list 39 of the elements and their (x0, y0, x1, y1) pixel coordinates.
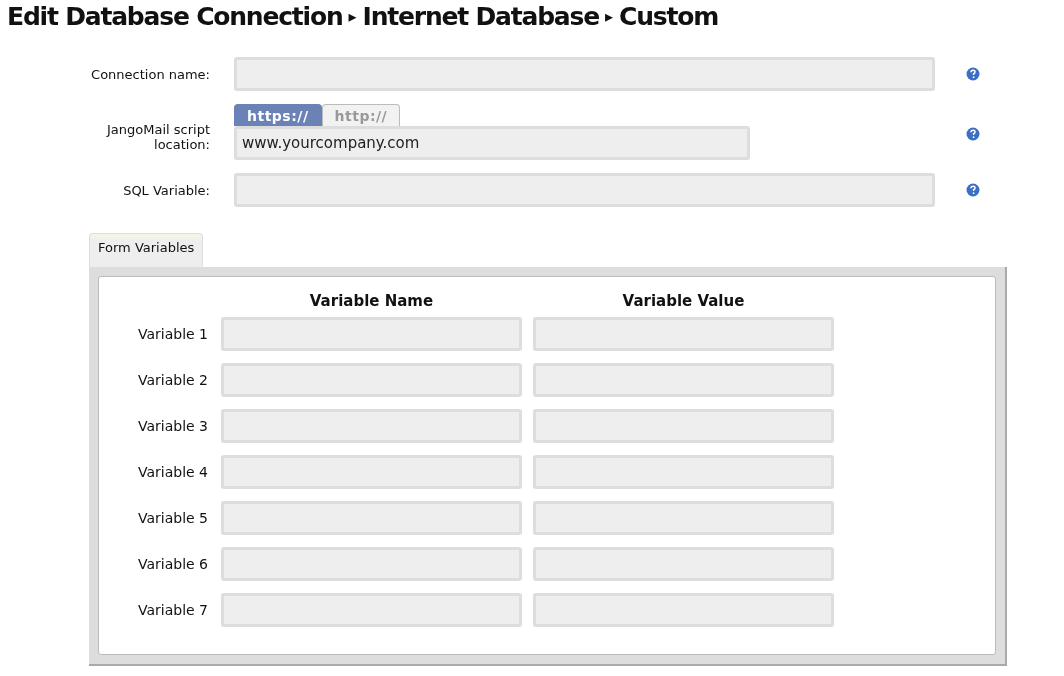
variable-label: Variable 6 (136, 556, 209, 572)
help-icon[interactable] (966, 183, 980, 197)
variable-name-field[interactable] (221, 317, 522, 351)
breadcrumb-separator: ▸ (348, 6, 357, 28)
variable-name-field[interactable] (221, 547, 522, 581)
variable-label: Variable 3 (136, 418, 209, 434)
variable-name-field[interactable] (221, 593, 522, 627)
input-field[interactable]: www.yourcompany.com (234, 126, 750, 160)
variable-value-field[interactable] (533, 547, 834, 581)
input-field[interactable] (234, 57, 935, 91)
form-variables-tab[interactable]: Form Variables (89, 233, 204, 267)
column-header: Variable Value (621, 293, 746, 309)
help-icon[interactable] (966, 67, 980, 81)
column-header: Variable Name (308, 293, 435, 309)
variable-value-field[interactable] (533, 409, 834, 443)
page-title: Edit Database Connection (7, 1, 343, 33)
protocol-tab[interactable]: https:// (234, 104, 322, 126)
variable-name-field[interactable] (221, 455, 522, 489)
variable-label: Variable 2 (136, 372, 209, 388)
breadcrumb-separator: ▸ (604, 6, 613, 28)
variable-value-field[interactable] (533, 363, 834, 397)
variable-label: Variable 5 (136, 510, 209, 526)
variable-label: Variable 1 (136, 326, 209, 342)
variable-name-field[interactable] (221, 501, 522, 535)
variable-value-field[interactable] (533, 455, 834, 489)
field-label: JangoMail script location: (105, 122, 211, 152)
field-label: Connection name: (90, 66, 211, 82)
help-icon[interactable] (966, 127, 980, 141)
variable-value-field[interactable] (533, 501, 834, 535)
page-title: Custom (619, 1, 718, 33)
variable-value-field[interactable] (533, 593, 834, 627)
input-field[interactable] (234, 173, 935, 207)
page-title: Internet Database (362, 1, 599, 33)
variable-name-field[interactable] (221, 363, 522, 397)
field-label: SQL Variable: (122, 182, 211, 198)
variable-name-field[interactable] (221, 409, 522, 443)
variable-label: Variable 4 (136, 464, 209, 480)
variable-label: Variable 7 (136, 602, 209, 618)
variable-value-field[interactable] (533, 317, 834, 351)
